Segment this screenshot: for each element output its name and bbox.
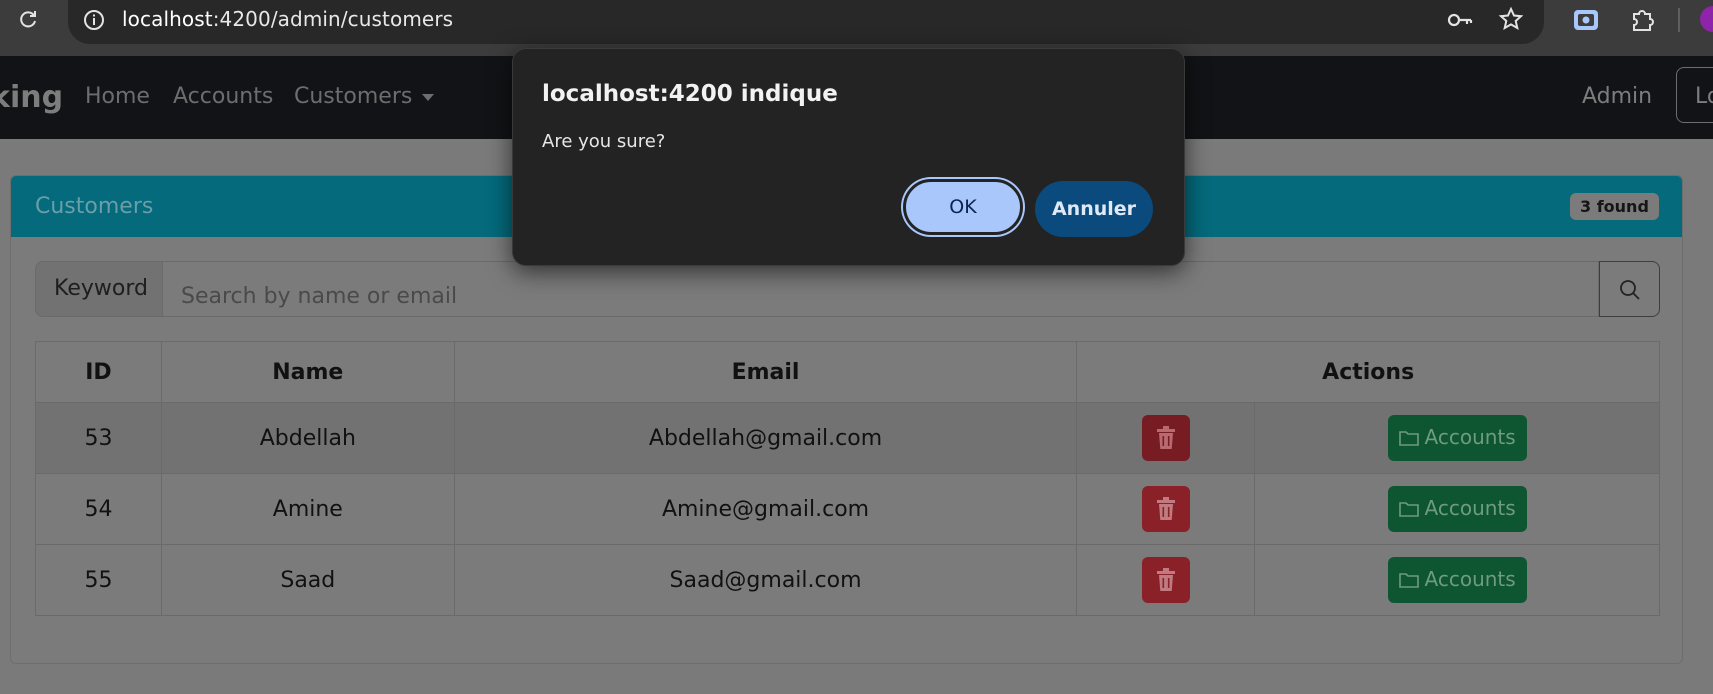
accounts-button-label: Accounts [1424, 567, 1516, 591]
extensions-icon[interactable] [1628, 6, 1656, 34]
confirm-dialog: localhost:4200 indique Are you sure? OK … [512, 48, 1185, 266]
nav-accounts[interactable]: Accounts [173, 84, 273, 109]
navbar-brand[interactable]: king [0, 80, 63, 115]
url-path: :4200/admin/customers [212, 7, 454, 31]
address-url[interactable]: localhost:4200/admin/customers [122, 7, 453, 31]
nav-home[interactable]: Home [85, 84, 150, 109]
cell-id: 55 [35, 544, 162, 616]
delete-button[interactable] [1141, 415, 1190, 461]
cell-delete [1076, 402, 1256, 474]
toolbar-divider [1678, 8, 1680, 32]
table-row: 54 Amine Amine@gmail.com Accounts [35, 473, 1660, 545]
trash-icon [1156, 497, 1175, 520]
nav-customers-label: Customers [294, 84, 413, 109]
cancel-button[interactable]: Annuler [1035, 181, 1153, 237]
nav-customers-dropdown[interactable]: Customers [294, 84, 435, 109]
cell-name: Amine [160, 473, 455, 545]
chevron-down-icon [422, 93, 435, 101]
logout-button[interactable]: Lo [1676, 67, 1713, 123]
cell-name: Abdellah [160, 402, 455, 474]
password-key-icon[interactable] [1446, 8, 1474, 32]
search-button[interactable] [1599, 261, 1660, 317]
header-name: Name [160, 341, 455, 403]
site-info-icon[interactable] [82, 8, 106, 32]
bookmark-star-icon[interactable] [1498, 6, 1524, 32]
folder-icon [1398, 573, 1419, 588]
keyword-label: Keyword [35, 261, 163, 317]
folder-icon [1398, 431, 1419, 446]
card-title: Customers [35, 194, 154, 219]
accounts-button-label: Accounts [1424, 496, 1516, 520]
dialog-message: Are you sure? [542, 131, 666, 152]
delete-button[interactable] [1141, 486, 1190, 532]
folder-icon [1398, 502, 1419, 517]
trash-icon [1156, 426, 1175, 449]
table-row: 53 Abdellah Abdellah@gmail.com Accounts [35, 402, 1660, 474]
cell-delete [1076, 473, 1256, 545]
cell-delete [1076, 544, 1256, 616]
cell-email: Amine@gmail.com [453, 473, 1078, 545]
table-row: 55 Saad Saad@gmail.com Accounts [35, 544, 1660, 616]
cell-email: Saad@gmail.com [453, 544, 1078, 616]
delete-button[interactable] [1141, 557, 1190, 603]
ok-button[interactable]: OK [903, 179, 1023, 235]
header-email: Email [453, 341, 1078, 403]
search-icon [1620, 280, 1640, 300]
customers-table: ID Name Email Actions 53 Abdellah Abdell… [35, 341, 1660, 616]
reload-icon[interactable] [16, 8, 40, 32]
cell-accounts: Accounts [1254, 402, 1660, 474]
accounts-button[interactable]: Accounts [1387, 415, 1527, 461]
cell-id: 54 [35, 473, 162, 545]
address-bar[interactable]: localhost:4200/admin/customers [68, 0, 1544, 44]
trash-icon [1156, 568, 1175, 591]
cell-name: Saad [160, 544, 455, 616]
search-form: Keyword [35, 261, 1660, 317]
header-actions: Actions [1076, 341, 1660, 403]
accounts-button-label: Accounts [1424, 425, 1516, 449]
cell-email: Abdellah@gmail.com [453, 402, 1078, 474]
header-id: ID [35, 341, 162, 403]
search-input[interactable] [163, 261, 1599, 317]
url-host: localhost [122, 7, 213, 31]
cell-accounts: Accounts [1254, 473, 1660, 545]
accounts-button[interactable]: Accounts [1387, 557, 1527, 603]
nav-user[interactable]: Admin [1582, 84, 1652, 109]
screen-capture-icon[interactable] [1572, 7, 1600, 33]
dialog-title: localhost:4200 indique [542, 81, 838, 107]
cell-accounts: Accounts [1254, 544, 1660, 616]
table-header-row: ID Name Email Actions [35, 341, 1660, 403]
count-badge: 3 found [1570, 193, 1659, 220]
profile-avatar[interactable] [1700, 6, 1713, 32]
cell-id: 53 [35, 402, 162, 474]
accounts-button[interactable]: Accounts [1387, 486, 1527, 532]
